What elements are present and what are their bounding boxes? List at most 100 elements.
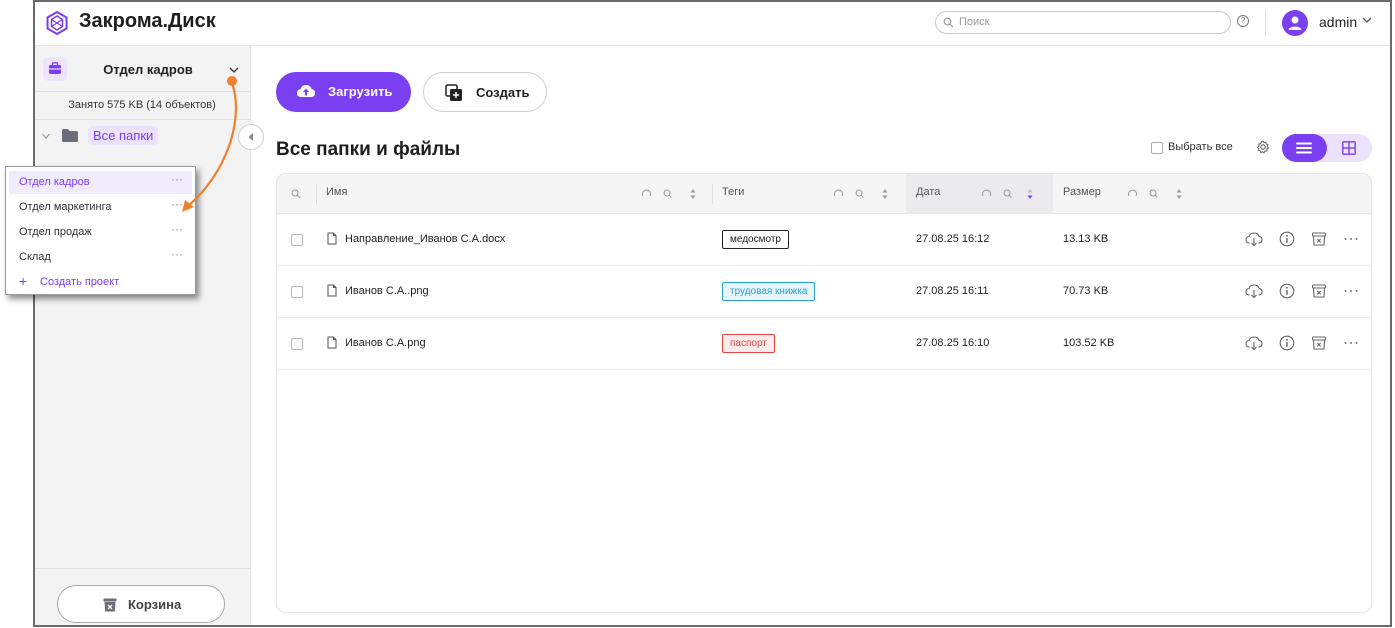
create-button[interactable]: Создать xyxy=(423,72,547,112)
divider xyxy=(35,119,251,120)
header-divider xyxy=(1265,10,1266,36)
column-tools-icon[interactable] xyxy=(833,188,891,200)
project-menu-item[interactable]: Склад ··· xyxy=(9,246,192,269)
list-view-button[interactable] xyxy=(1282,134,1327,162)
search-placeholder: Поиск xyxy=(959,16,990,28)
project-menu-item[interactable]: Отдел кадров ··· xyxy=(9,171,192,194)
archive-delete-icon[interactable] xyxy=(1311,231,1327,252)
more-icon[interactable] xyxy=(1343,283,1359,304)
more-icon[interactable]: ··· xyxy=(171,247,183,261)
column-tools-icon[interactable] xyxy=(981,188,1039,200)
row-checkbox[interactable] xyxy=(291,234,303,246)
column-tools-icon[interactable] xyxy=(1127,188,1185,200)
view-toggle xyxy=(1282,134,1372,162)
file-date: 27.08.25 16:10 xyxy=(916,337,990,349)
file-name[interactable]: Направление_Иванов С.А.docx xyxy=(345,233,505,245)
project-menu-label: Отдел продаж xyxy=(19,226,92,238)
more-icon[interactable]: ··· xyxy=(171,222,183,236)
project-menu-item[interactable]: Отдел продаж ··· xyxy=(9,221,192,244)
triangle-left-icon xyxy=(248,133,253,141)
cloud-download-icon[interactable] xyxy=(1245,231,1263,252)
grid-icon[interactable] xyxy=(1342,141,1356,155)
file-name[interactable]: Иванов С.А.png xyxy=(345,337,426,349)
archive-delete-icon[interactable] xyxy=(1311,335,1327,356)
trash-button[interactable]: Корзина xyxy=(57,585,225,623)
info-icon[interactable] xyxy=(1279,335,1295,356)
column-header-name[interactable]: Имя xyxy=(326,186,347,198)
sidebar: Отдел кадров Занято 575 KB (14 объектов)… xyxy=(35,46,264,625)
files-table: Имя Теги Дата Размер Направление_Иванов … xyxy=(276,173,1372,613)
column-divider xyxy=(316,184,317,204)
user-icon xyxy=(1288,16,1302,30)
plus-icon[interactable]: + xyxy=(19,273,27,289)
tree-item-all-folders[interactable]: Все папки xyxy=(88,126,159,145)
file-size: 13.13 KB xyxy=(1063,233,1109,245)
list-icon xyxy=(1296,142,1312,154)
app-window: Закрома.Диск Поиск ? admin Отдел кадров … xyxy=(33,0,1392,627)
project-menu-item[interactable]: Отдел маркетинга ··· xyxy=(9,196,192,219)
column-divider xyxy=(712,184,713,204)
tag-badge[interactable]: медосмотр xyxy=(722,230,789,249)
avatar[interactable] xyxy=(1282,10,1308,36)
column-header-tags[interactable]: Теги xyxy=(722,186,744,198)
table-row[interactable]: Иванов С.А.png паспорт 27.08.25 16:10 103.5… xyxy=(277,318,1371,370)
search-icon[interactable] xyxy=(291,189,301,199)
archive-delete-icon[interactable] xyxy=(1311,283,1327,304)
cloud-download-icon[interactable] xyxy=(1245,335,1263,356)
chevron-down-icon[interactable] xyxy=(41,131,51,141)
divider xyxy=(35,91,251,92)
column-tools-icon[interactable] xyxy=(641,188,699,200)
info-icon[interactable] xyxy=(1279,283,1295,304)
storage-usage: Занято 575 KB (14 объектов) xyxy=(68,99,216,111)
search-icon xyxy=(943,17,954,28)
trash-icon xyxy=(103,598,117,612)
file-icon xyxy=(327,336,337,354)
create-label: Создать xyxy=(476,85,530,100)
row-checkbox[interactable] xyxy=(291,338,303,350)
divider xyxy=(35,568,251,569)
folder-icon xyxy=(62,129,78,142)
page-title: Все папки и файлы xyxy=(276,139,461,160)
more-icon[interactable]: ··· xyxy=(171,172,183,186)
tag-badge[interactable]: трудовая книжка xyxy=(722,282,816,301)
gear-icon[interactable] xyxy=(1256,140,1270,154)
upload-label: Загрузить xyxy=(328,84,393,99)
chevron-down-icon[interactable] xyxy=(228,64,240,76)
collapse-sidebar-button[interactable] xyxy=(238,124,264,150)
more-icon[interactable] xyxy=(1343,335,1359,356)
create-project-button[interactable]: Создать проект xyxy=(40,276,119,288)
more-icon[interactable]: ··· xyxy=(171,197,183,211)
upload-button[interactable]: Загрузить xyxy=(276,72,411,112)
file-size: 103.52 KB xyxy=(1063,337,1115,349)
file-size: 70.73 KB xyxy=(1063,285,1109,297)
app-title: Закрома.Диск xyxy=(79,10,216,32)
file-date: 27.08.25 16:11 xyxy=(916,285,989,297)
file-name[interactable]: Иванов С.А..png xyxy=(345,285,429,297)
chevron-down-icon[interactable] xyxy=(1361,14,1373,26)
search-input[interactable]: Поиск xyxy=(935,11,1231,34)
user-name[interactable]: admin xyxy=(1319,14,1357,30)
logo-icon xyxy=(46,11,68,35)
row-checkbox[interactable] xyxy=(291,286,303,298)
file-icon xyxy=(327,232,337,250)
more-icon[interactable] xyxy=(1343,231,1359,252)
file-date: 27.08.25 16:12 xyxy=(916,233,990,245)
column-header-date[interactable]: Дата xyxy=(916,186,940,198)
add-copy-icon xyxy=(445,84,462,101)
column-header-size[interactable]: Размер xyxy=(1063,186,1101,198)
cloud-download-icon[interactable] xyxy=(1245,283,1263,304)
file-icon xyxy=(327,284,337,302)
top-bar: Закрома.Диск Поиск ? admin xyxy=(35,2,1390,46)
select-all-label[interactable]: Выбрать все xyxy=(1168,141,1233,153)
table-row[interactable]: Направление_Иванов С.А.docx медосмотр 27.0… xyxy=(277,214,1371,266)
table-row[interactable]: Иванов С.А..png трудовая книжка 27.08.25 1… xyxy=(277,266,1371,318)
select-all-checkbox[interactable] xyxy=(1151,142,1163,154)
project-menu-label: Склад xyxy=(19,251,51,263)
trash-label: Корзина xyxy=(128,597,182,612)
info-icon[interactable] xyxy=(1279,231,1295,252)
table-header: Имя Теги Дата Размер xyxy=(277,174,1371,214)
help-icon[interactable]: ? xyxy=(1237,15,1249,27)
project-menu-label: Отдел маркетинга xyxy=(19,201,112,213)
tag-badge[interactable]: паспорт xyxy=(722,334,775,353)
project-menu: Отдел кадров ··· Отдел маркетинга ··· От… xyxy=(5,166,196,295)
